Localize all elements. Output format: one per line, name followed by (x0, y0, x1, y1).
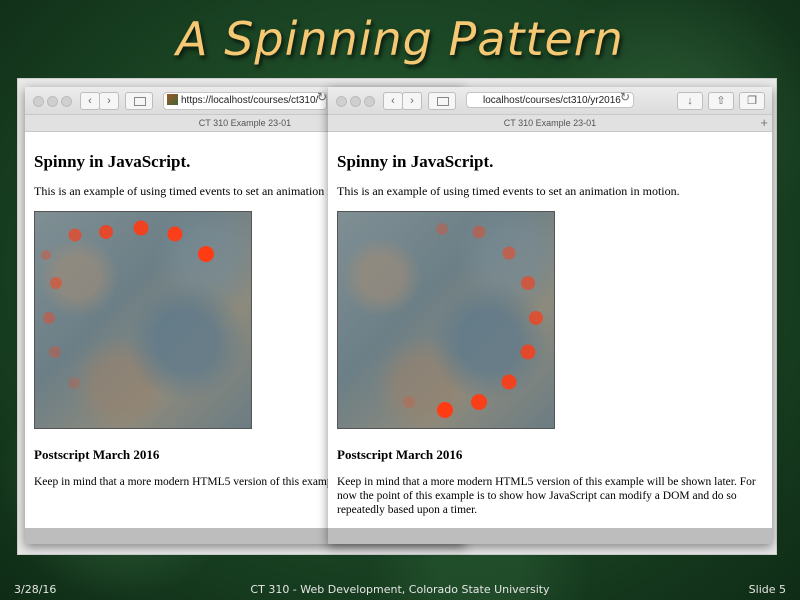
dot (521, 276, 535, 290)
postscript-text: Keep in mind that a more modern HTML5 ve… (337, 476, 756, 516)
chevron-right-icon[interactable]: › (99, 92, 119, 110)
dot (529, 311, 543, 325)
dot (520, 344, 536, 360)
tabs-icon[interactable]: ❐ (739, 92, 765, 110)
minimize-window-button[interactable] (350, 96, 361, 107)
dot (198, 246, 214, 262)
dot (133, 220, 149, 236)
download-icon[interactable]: ↓ (677, 92, 703, 110)
close-window-button[interactable] (33, 96, 44, 107)
sidebar-icon[interactable] (428, 92, 456, 110)
zoom-window-button[interactable] (364, 96, 375, 107)
dot (49, 346, 61, 358)
tab-title[interactable]: CT 310 Example 23-01 (504, 118, 596, 128)
sidebar-icon[interactable] (125, 92, 153, 110)
postscript-heading: Postscript March 2016 (337, 447, 463, 462)
address-bar-url: https://localhost/courses/ct310/ (181, 95, 319, 106)
dot (471, 394, 487, 410)
dot (41, 250, 51, 260)
browser-toolbar: ‹ › localhost/courses/ct310/yr2016 ↻ ↓ ⇧… (328, 87, 772, 115)
rock-image (34, 211, 252, 429)
dot (472, 225, 486, 239)
address-bar[interactable]: https://localhost/courses/ct310/ (163, 92, 327, 110)
dot (436, 223, 448, 235)
dot (43, 312, 55, 324)
address-bar-url: localhost/courses/ct310/yr2016 (483, 95, 621, 106)
chevron-left-icon[interactable]: ‹ (80, 92, 100, 110)
reload-icon[interactable]: ↻ (620, 90, 630, 104)
minimize-window-button[interactable] (47, 96, 58, 107)
dot (50, 277, 62, 289)
tab-title[interactable]: CT 310 Example 23-01 (199, 118, 291, 128)
chevron-left-icon[interactable]: ‹ (383, 92, 403, 110)
dot (437, 402, 453, 418)
tab-bar: CT 310 Example 23-01 + (328, 115, 772, 132)
slide-footer-course: CT 310 - Web Development, Colorado State… (250, 583, 550, 596)
favicon (167, 94, 178, 105)
page-content: Spinny in JavaScript. This is an example… (328, 152, 772, 517)
dot (502, 246, 516, 260)
close-window-button[interactable] (336, 96, 347, 107)
page-heading: Spinny in JavaScript. (337, 152, 494, 171)
rock-image (337, 211, 555, 429)
slide-number: Slide 5 (748, 583, 786, 596)
slide-title: A Spinning Pattern (176, 12, 624, 66)
zoom-window-button[interactable] (61, 96, 72, 107)
dot (68, 228, 82, 242)
dot (403, 396, 415, 408)
plus-icon[interactable]: + (760, 115, 768, 131)
browser-window-right: ‹ › localhost/courses/ct310/yr2016 ↻ ↓ ⇧… (328, 87, 772, 544)
dot (68, 377, 80, 389)
dot (99, 225, 113, 239)
dot (167, 226, 183, 242)
status-bar (328, 528, 772, 544)
intro-text: This is an example of using timed events… (337, 184, 680, 198)
reload-icon[interactable]: ↻ (317, 90, 327, 104)
chevron-right-icon[interactable]: › (402, 92, 422, 110)
dot (501, 374, 517, 390)
share-icon[interactable]: ⇧ (708, 92, 734, 110)
address-bar[interactable]: localhost/courses/ct310/yr2016 (466, 92, 634, 108)
